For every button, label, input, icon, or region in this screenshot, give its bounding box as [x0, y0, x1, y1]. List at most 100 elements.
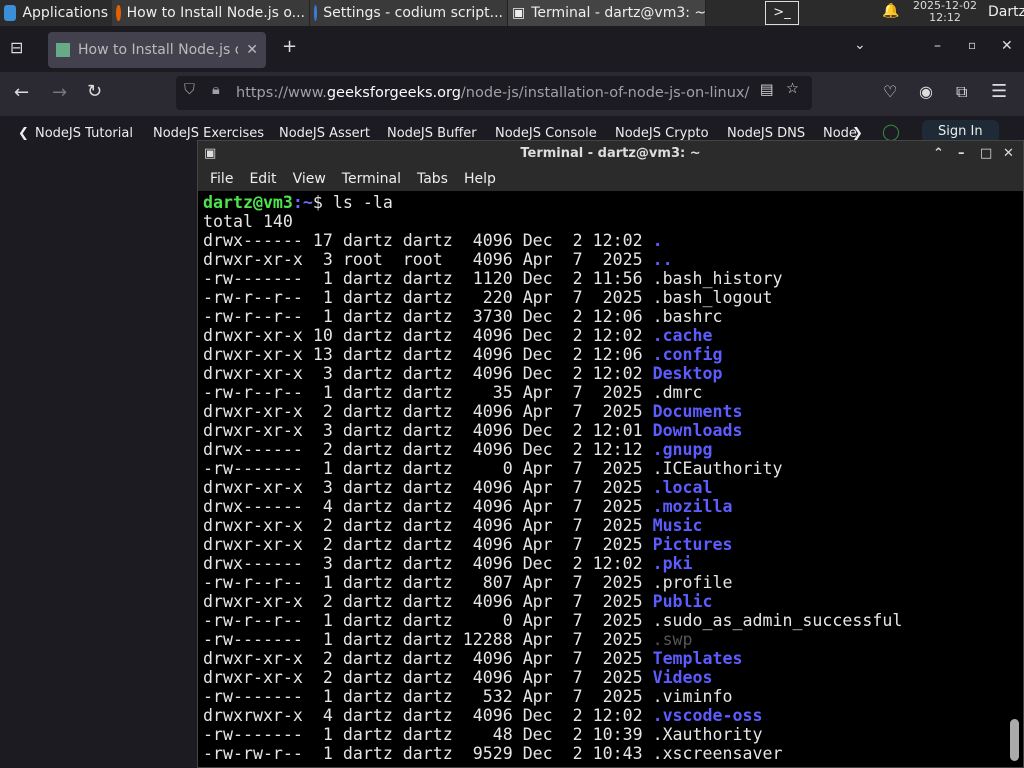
minimize-icon[interactable]: – [958, 141, 965, 166]
file-name: .profile [652, 573, 733, 592]
listing-row: drwxr-xr-x 2 dartz dartz 4096 Apr 7 2025… [203, 592, 1003, 611]
taskbar-window-codium[interactable]: Settings - codium script... [310, 0, 508, 26]
forward-icon[interactable]: → [52, 82, 67, 103]
listing-row: -rw------- 1 dartz dartz 12288 Apr 7 202… [203, 630, 1003, 649]
user-menu[interactable]: Dartz [988, 4, 1024, 20]
menu-file[interactable]: File [210, 171, 233, 187]
list-tabs-icon[interactable]: ⌄ [854, 37, 866, 53]
menu-edit[interactable]: Edit [249, 171, 276, 187]
bookmark-star-icon[interactable]: ☆ [786, 81, 799, 97]
listing-row: drwx------ 17 dartz dartz 4096 Dec 2 12:… [203, 231, 1003, 250]
site-nav-link[interactable]: NodeJS Exercises [153, 126, 264, 141]
file-name: Documents [652, 402, 743, 421]
applications-menu[interactable]: Applications [0, 0, 112, 26]
site-nav-link[interactable]: NodeJS Buffer [387, 126, 477, 141]
file-info: drwxr-xr-x 3 dartz dartz 4096 Apr 7 2025 [203, 478, 653, 497]
site-nav-link[interactable]: NodeJS Assert [279, 126, 370, 141]
listing-row: -rw------- 1 dartz dartz 1120 Dec 2 11:5… [203, 269, 1003, 288]
file-info: -rw------- 1 dartz dartz 1120 Dec 2 11:5… [203, 269, 653, 288]
file-name: .config [652, 345, 723, 364]
listing-row: drwxr-xr-x 3 root root 4096 Apr 7 2025 .… [203, 250, 1003, 269]
back-icon[interactable]: ← [14, 82, 29, 103]
url-bar[interactable]: ⛉ 🔒︎ https://www. geeksforgeeks.org/node-… [176, 76, 812, 110]
listing-row: drwx------ 2 dartz dartz 4096 Dec 2 12:1… [203, 440, 1003, 459]
new-tab-icon[interactable]: + [282, 36, 297, 57]
nav-bar: ← → ↻ ⛉ 🔒︎ https://www. geeksforgeeks.org… [0, 72, 1024, 116]
file-name: .dmrc [652, 383, 703, 402]
close-icon[interactable]: ✕ [1003, 141, 1014, 166]
file-info: drwxr-xr-x 2 dartz dartz 4096 Apr 7 2025 [203, 668, 653, 687]
file-info: -rw-r--r-- 1 dartz dartz 0 Apr 7 2025 [203, 611, 653, 630]
menu-tabs[interactable]: Tabs [417, 171, 448, 187]
terminal-titlebar[interactable]: ▣ Terminal - dartz@vm3: ~ ⌃ – □ ✕ [198, 141, 1023, 166]
pocket-icon[interactable]: ♡ [883, 82, 897, 101]
extensions-icon[interactable]: ⧉ [956, 82, 967, 102]
taskbar-window-firefox[interactable]: How to Install Node.js o... [112, 0, 310, 26]
close-window-icon[interactable]: ✕ [1001, 38, 1013, 54]
account-icon[interactable]: ◉ [919, 82, 933, 101]
tab-active[interactable]: How to Install Node.js or ✕ [48, 32, 266, 68]
terminal-icon: ▣ [204, 146, 217, 161]
tab-manager-icon[interactable]: ⊟ [10, 38, 23, 57]
menu-help[interactable]: Help [464, 171, 496, 187]
file-info: drwx------ 2 dartz dartz 4096 Dec 2 12:1… [203, 440, 653, 459]
shield-icon[interactable]: ⛉ [184, 82, 195, 98]
file-name: Downloads [652, 421, 743, 440]
file-info: -rw-r--r-- 1 dartz dartz 35 Apr 7 2025 [203, 383, 653, 402]
file-name: .cache [652, 326, 713, 345]
minimize-icon[interactable]: – [934, 38, 941, 54]
file-name: .viminfo [652, 687, 733, 706]
terminal-launcher-icon[interactable]: >_ [765, 1, 799, 25]
menu-view[interactable]: View [293, 171, 326, 187]
file-info: -rw-rw-r-- 1 dartz dartz 9529 Dec 2 10:4… [203, 744, 653, 763]
taskbar-window-terminal[interactable]: ▣ Terminal - dartz@vm3: ~ [508, 0, 706, 26]
scrollbar-thumb[interactable] [1010, 719, 1019, 761]
listing-row: -rw-rw-r-- 1 dartz dartz 9529 Dec 2 10:4… [203, 744, 1003, 763]
file-info: drwxr-xr-x 2 dartz dartz 4096 Apr 7 2025 [203, 516, 653, 535]
menu-terminal[interactable]: Terminal [342, 171, 401, 187]
file-info: -rw------- 1 dartz dartz 532 Apr 7 2025 [203, 687, 653, 706]
file-name: .mozilla [652, 497, 733, 516]
listing-row: -rw-r--r-- 1 dartz dartz 807 Apr 7 2025 … [203, 573, 1003, 592]
terminal-window: ▣ Terminal - dartz@vm3: ~ ⌃ – □ ✕ File E… [197, 140, 1024, 768]
file-info: drwxr-xr-x 3 dartz dartz 4096 Dec 2 12:0… [203, 421, 653, 440]
reload-icon[interactable]: ↻ [87, 81, 102, 102]
search-icon[interactable]: ◯ [882, 122, 900, 141]
shade-icon[interactable]: ⌃ [933, 141, 944, 166]
listing-row: -rw-r--r-- 1 dartz dartz 35 Apr 7 2025 .… [203, 383, 1003, 402]
reader-view-icon[interactable]: ▤ [760, 82, 774, 98]
notification-bell-icon[interactable]: 🔔 [882, 3, 899, 19]
menu-icon[interactable]: ☰ [991, 81, 1007, 102]
chevron-right-icon[interactable]: ❯ [852, 126, 863, 141]
file-name: .sudo_as_admin_successful [652, 611, 903, 630]
site-nav-link[interactable]: NodeJS Tutorial [35, 126, 133, 141]
maximize-icon[interactable]: ▫ [968, 38, 976, 52]
file-name: .. [652, 250, 673, 269]
file-info: drwxr-xr-x 2 dartz dartz 4096 Apr 7 2025 [203, 649, 653, 668]
maximize-icon[interactable]: □ [980, 141, 992, 166]
file-name: Desktop [652, 364, 723, 383]
gfg-favicon-icon [56, 43, 70, 57]
site-nav-link[interactable]: NodeJS Console [495, 126, 597, 141]
listing-row: -rw------- 1 dartz dartz 0 Apr 7 2025 .I… [203, 459, 1003, 478]
file-info: drwxr-xr-x 2 dartz dartz 4096 Apr 7 2025 [203, 402, 653, 421]
terminal-menubar: File Edit View Terminal Tabs Help [198, 166, 1023, 191]
listing-row: drwxr-xr-x 3 dartz dartz 4096 Dec 2 12:0… [203, 421, 1003, 440]
file-info: drwxr-xr-x 10 dartz dartz 4096 Dec 2 12:… [203, 326, 653, 345]
file-name: . [652, 231, 663, 250]
lock-icon[interactable]: 🔒︎ [212, 82, 220, 98]
file-info: -rw------- 1 dartz dartz 0 Apr 7 2025 [203, 459, 653, 478]
chevron-left-icon[interactable]: ❮ [18, 126, 29, 141]
file-name: .bashrc [652, 307, 723, 326]
file-info: -rw------- 1 dartz dartz 48 Dec 2 10:39 [203, 725, 653, 744]
listing-row: -rw------- 1 dartz dartz 48 Dec 2 10:39 … [203, 725, 1003, 744]
listing-row: drwxr-xr-x 2 dartz dartz 4096 Apr 7 2025… [203, 649, 1003, 668]
site-nav-link[interactable]: NodeJS DNS [727, 126, 805, 141]
close-tab-icon[interactable]: ✕ [246, 42, 258, 58]
clock[interactable]: 2025-12-02 12:12 [905, 0, 985, 24]
terminal-icon: ▣ [512, 5, 526, 21]
file-name: Pictures [652, 535, 733, 554]
listing-row: drwxr-xr-x 3 dartz dartz 4096 Dec 2 12:0… [203, 364, 1003, 383]
site-nav-link[interactable]: NodeJS Crypto [615, 126, 709, 141]
terminal-output[interactable]: dartz@vm3:~$ ls -la total 140 drwx------ 1… [203, 193, 1003, 763]
